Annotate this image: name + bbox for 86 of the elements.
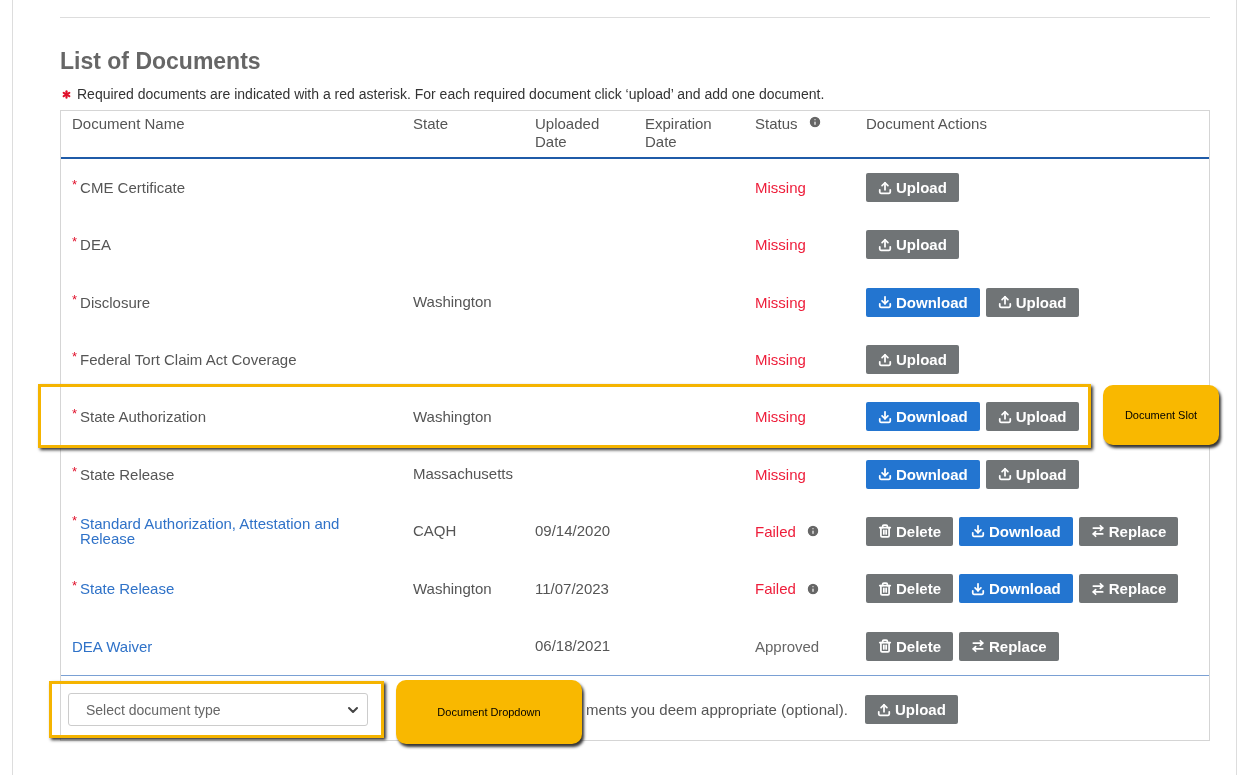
required-asterisk: * — [72, 237, 78, 248]
upload-icon — [878, 352, 892, 367]
status-text: Missing — [755, 351, 806, 369]
uploaded-date: 06/18/2021 — [535, 637, 611, 654]
trash-icon — [878, 524, 892, 539]
required-asterisk: * — [72, 516, 78, 527]
download-icon — [971, 581, 986, 596]
download-button[interactable]: Download — [866, 287, 980, 317]
upload-icon — [878, 237, 892, 252]
document-name: Disclosure — [80, 294, 151, 310]
required-asterisk: * — [72, 409, 78, 420]
info-icon[interactable] — [805, 524, 820, 539]
uploaded-date: 11/07/2023 — [535, 579, 609, 597]
replace-button[interactable]: Replace — [1078, 574, 1179, 604]
instruction-text: Required documents are indicated with a red asterisk. For each required document click ‘upload’ and add one document. — [77, 86, 825, 102]
document-link[interactable]: DEA Waiver — [72, 638, 153, 654]
required-asterisk: * — [72, 294, 78, 305]
download-button[interactable]: Download — [866, 402, 980, 432]
download-button[interactable]: Download — [866, 459, 980, 489]
status-text: Approved — [755, 637, 820, 655]
asterisk-icon — [60, 87, 73, 101]
delete-button[interactable]: Delete — [866, 574, 954, 604]
status-text: Missing — [755, 408, 806, 426]
status-text: Failed — [755, 580, 796, 598]
callout-label: Document Dropdown — [396, 679, 582, 744]
document-name: State Authorization — [80, 409, 206, 425]
status-text: Missing — [755, 179, 806, 197]
status-text: Missing — [755, 236, 806, 254]
column-header: Status — [755, 115, 798, 133]
download-icon — [971, 524, 986, 539]
state-cell: Washington — [413, 407, 492, 425]
column-header: Document Actions — [866, 115, 987, 133]
status-text: Missing — [755, 465, 806, 483]
upload-button[interactable]: Upload — [865, 695, 958, 725]
info-icon[interactable] — [807, 115, 822, 129]
upload-icon — [997, 295, 1012, 310]
column-header: Document Name — [72, 115, 185, 133]
status-text: Missing — [755, 293, 806, 311]
document-link[interactable]: Standard Authorization, Attestation and Release — [80, 516, 371, 547]
upload-button[interactable]: Upload — [866, 230, 959, 260]
state-cell: CAQH — [413, 522, 457, 540]
document-name: Federal Tort Claim Act Coverage — [80, 352, 297, 368]
page-title: List of Documents — [60, 48, 262, 75]
replace-button[interactable]: Replace — [959, 631, 1059, 661]
download-icon — [878, 467, 892, 482]
document-link[interactable]: State Release — [80, 581, 175, 597]
swap-arrows-icon — [1090, 581, 1105, 596]
trash-icon — [878, 581, 892, 596]
upload-icon — [997, 409, 1012, 424]
document-name: CME Certificate — [80, 180, 186, 196]
document-name: DEA — [80, 237, 111, 253]
callout-label: Document Slot — [1103, 385, 1219, 446]
uploaded-date: 09/14/2020 — [535, 522, 611, 540]
download-button[interactable]: Download — [959, 516, 1073, 546]
upload-button[interactable]: Upload — [866, 345, 959, 375]
required-asterisk: * — [72, 352, 78, 363]
column-header: Uploaded Date — [535, 115, 601, 151]
replace-button[interactable]: Replace — [1078, 516, 1179, 546]
info-icon[interactable] — [805, 581, 820, 596]
required-asterisk: * — [72, 180, 78, 191]
upload-button[interactable]: Upload — [985, 459, 1079, 489]
upload-button[interactable]: Upload — [985, 402, 1079, 432]
state-cell: Washington — [413, 293, 492, 311]
upload-icon — [878, 180, 892, 195]
upload-icon — [877, 702, 891, 717]
footer-text: ments you deem appropriate (optional). — [586, 701, 848, 719]
upload-icon — [997, 467, 1012, 482]
swap-arrows-icon — [971, 639, 986, 653]
column-header: State — [413, 115, 449, 133]
status-text: Failed — [755, 522, 796, 540]
delete-button[interactable]: Delete — [866, 516, 954, 546]
delete-button[interactable]: Delete — [866, 631, 954, 661]
document-name: State Release — [80, 466, 175, 482]
required-asterisk: * — [72, 466, 78, 477]
upload-button[interactable]: Upload — [985, 287, 1079, 317]
document-type-select[interactable]: Select document type — [68, 693, 368, 727]
download-icon — [878, 295, 892, 310]
state-cell: Massachusetts — [413, 465, 514, 483]
upload-button[interactable]: Upload — [866, 173, 959, 203]
required-asterisk: * — [72, 581, 78, 592]
download-button[interactable]: Download — [959, 574, 1073, 604]
state-cell: Washington — [413, 579, 492, 597]
download-icon — [878, 409, 892, 424]
swap-arrows-icon — [1090, 524, 1105, 539]
column-header: Expiration Date — [645, 115, 713, 151]
trash-icon — [878, 639, 892, 653]
